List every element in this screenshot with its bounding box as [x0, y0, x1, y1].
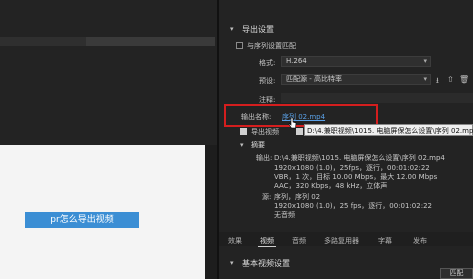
export-audio-checkbox[interactable] — [296, 128, 303, 135]
tab-publish[interactable]: 发布 — [413, 236, 427, 246]
comment-input[interactable] — [281, 93, 473, 103]
match-sequence-checkbox[interactable] — [236, 42, 243, 49]
import-preset-icon[interactable]: ⇧ — [447, 75, 454, 84]
delete-preset-icon[interactable]: 🗑 — [459, 75, 469, 84]
format-value: H.264 — [286, 57, 307, 65]
pr-export-button[interactable]: pr怎么导出视频 — [25, 212, 139, 228]
export-video-label: 导出视频 — [251, 128, 279, 136]
chevron-down-icon: ▾ — [423, 57, 427, 65]
source-label: 源: — [262, 193, 272, 201]
preset-label: 预设: — [259, 77, 276, 85]
tab-effects[interactable]: 效果 — [228, 236, 242, 246]
source-line: 无音频 — [274, 211, 295, 219]
summary-title: 摘要 — [251, 141, 265, 149]
collapse-chevron-icon[interactable]: ▾ — [230, 25, 234, 33]
tab-multiplexer[interactable]: 多路复用器 — [324, 236, 359, 246]
format-dropdown[interactable]: H.264 ▾ — [281, 56, 431, 67]
preset-dropdown[interactable]: 匹配源 - 高比特率 ▾ — [281, 74, 431, 85]
tab-captions[interactable]: 字幕 — [378, 236, 392, 246]
output-line: D:\4.兼职视频\1015. 电脑屏保怎么设置\序列 02.mp4 — [274, 154, 445, 162]
chevron-down-icon: ▾ — [423, 75, 427, 83]
summary-chevron-icon[interactable]: ▾ — [240, 141, 244, 149]
output-name-label: 输出名称: — [241, 113, 272, 121]
export-video-checkbox[interactable] — [240, 128, 247, 135]
output-label: 输出: — [256, 154, 273, 162]
tab-video[interactable]: 视频 — [260, 236, 274, 246]
match-source-button[interactable]: 匹配 — [440, 268, 473, 279]
output-line: AAC，320 Kbps，48 kHz，立体声 — [274, 182, 388, 190]
source-line: 1920x1080 (1.0)，25 fps，逐行，00:01:02:22 — [274, 202, 432, 210]
left-panel — [0, 0, 218, 145]
save-preset-icon[interactable]: ⭳ — [436, 75, 439, 89]
match-sequence-label: 与序列设置匹配 — [247, 42, 296, 50]
tab-audio[interactable]: 音频 — [292, 236, 306, 246]
format-label: 格式: — [259, 59, 276, 67]
active-tab-indicator — [258, 246, 276, 247]
preset-value: 匹配源 - 高比特率 — [286, 75, 342, 83]
path-tooltip: D:\4.兼职视频\1015. 电脑屏保怎么设置\序列 02.mp — [304, 124, 473, 136]
basic-video-chevron-icon[interactable]: ▾ — [230, 259, 234, 267]
match-source-label: 匹配 — [449, 269, 464, 277]
left-input-field[interactable] — [86, 37, 215, 46]
export-video-path: D:\4.兼职视频\1015. 电脑屏保怎么设置\序列 02.mp — [307, 127, 473, 135]
basic-video-settings-title: 基本视频设置 — [242, 259, 290, 268]
section-title: 导出设置 — [242, 25, 274, 34]
